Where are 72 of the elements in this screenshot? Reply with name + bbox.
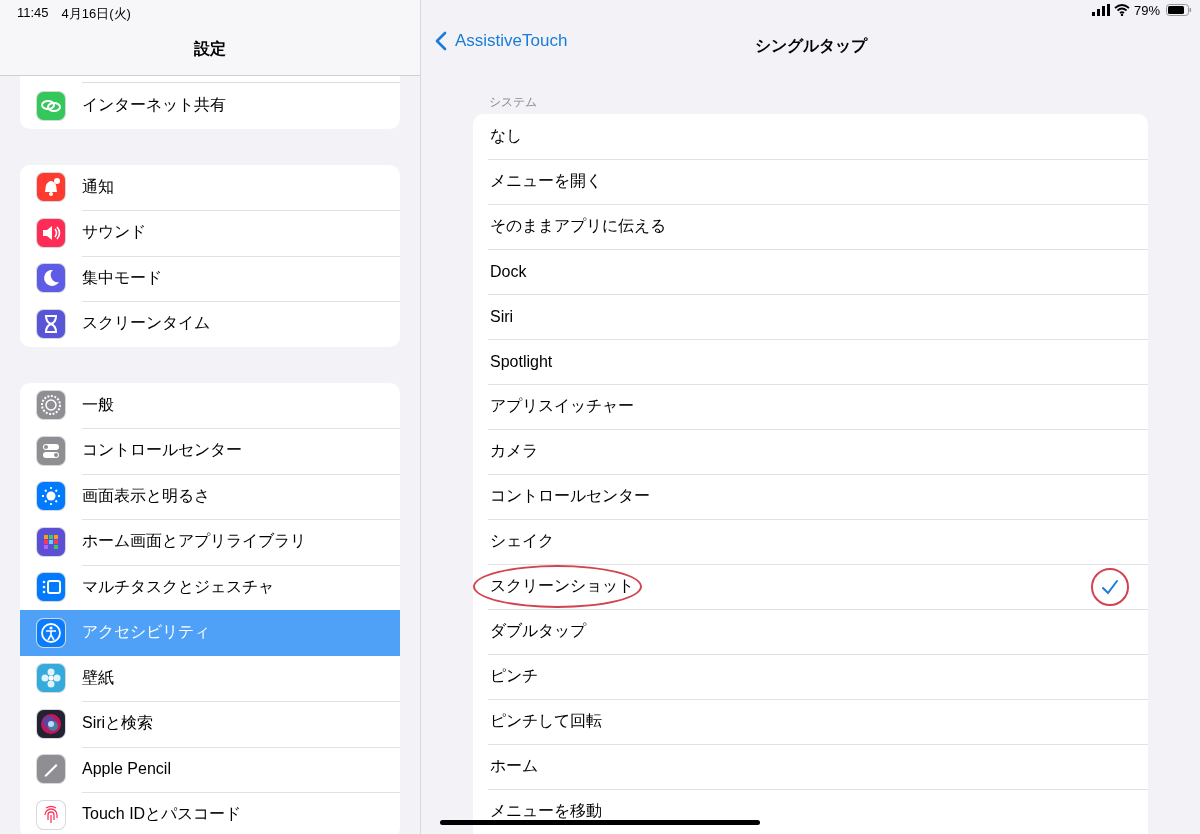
sidebar-item[interactable]: コントロールセンター: [20, 428, 400, 474]
battery-percent: 79%: [1133, 2, 1160, 18]
option-row[interactable]: スクリーンショット: [473, 564, 1148, 609]
option-label: ホーム: [490, 756, 538, 776]
gear-icon: [36, 390, 66, 421]
option-label: シェイク: [490, 531, 554, 551]
flower-icon: [36, 663, 66, 694]
sidebar-item[interactable]: 集中モード: [20, 255, 400, 301]
pencil-icon: [36, 754, 66, 785]
option-label: アプリスイッチャー: [490, 396, 634, 416]
sidebar-item[interactable]: 通知: [20, 164, 400, 210]
back-chevron-icon: [435, 31, 447, 52]
option-label: ピンチ: [490, 666, 538, 686]
bell-icon: [36, 172, 66, 203]
option-label: Siri: [490, 307, 514, 326]
multitask-icon: [36, 572, 66, 603]
option-row[interactable]: Dock: [473, 249, 1148, 294]
sidebar-item[interactable]: ホーム画面とアプリライブラリ: [20, 519, 400, 565]
option-row[interactable]: ピンチして回転: [473, 699, 1148, 744]
status-time: 11:45: [17, 5, 49, 22]
signal-icon: [1091, 4, 1110, 17]
option-label: ダブルタップ: [490, 621, 586, 641]
sidebar-item[interactable]: Apple Pencil: [20, 746, 400, 792]
option-row[interactable]: Siri: [473, 294, 1148, 339]
option-row[interactable]: メニューを開く: [473, 159, 1148, 204]
sidebar-item[interactable]: インターネット共有: [20, 83, 400, 129]
status-date: 4月16日(火): [61, 5, 131, 23]
battery-icon: [1166, 4, 1192, 17]
option-row[interactable]: アプリスイッチャー: [473, 384, 1148, 429]
sidebar-item[interactable]: サウンド: [20, 210, 400, 256]
option-row[interactable]: シェイク: [473, 519, 1148, 564]
option-label: そのままアプリに伝える: [490, 216, 666, 236]
speaker-icon: [36, 217, 66, 248]
grid-icon: [36, 526, 66, 557]
option-label: メニューを開く: [490, 171, 602, 191]
wifi-icon: [1113, 4, 1130, 17]
sidebar-item[interactable]: Touch IDとパスコード: [20, 792, 400, 834]
option-label: ピンチして回転: [490, 711, 602, 731]
sidebar-item[interactable]: 壁紙: [20, 655, 400, 701]
sidebar-item[interactable]: スクリーンタイム: [20, 301, 400, 347]
option-label: Dock: [490, 262, 527, 281]
option-row[interactable]: カメラ: [473, 429, 1148, 474]
option-row[interactable]: メニューを移動: [473, 789, 1148, 834]
option-label: Spotlight: [490, 352, 553, 371]
sidebar-item[interactable]: Siriと検索: [20, 701, 400, 747]
sun-icon: [36, 481, 66, 512]
hourglass-icon: [36, 308, 66, 339]
sidebar-title: 設定: [193, 39, 227, 59]
back-button[interactable]: AssistiveTouch: [421, 31, 568, 52]
option-label: コントロールセンター: [490, 486, 650, 506]
page-title: シングルタップ: [754, 35, 867, 56]
option-row[interactable]: なし: [473, 114, 1148, 159]
option-label: スクリーンショット: [490, 576, 634, 597]
option-label: メニューを移動: [490, 801, 602, 821]
sidebar-item[interactable]: 画面表示と明るさ: [20, 473, 400, 519]
orb-icon: [36, 708, 66, 739]
option-row[interactable]: ピンチ: [473, 654, 1148, 699]
fingerprint-icon: [36, 799, 66, 830]
moon-icon: [36, 263, 66, 294]
option-label: なし: [490, 126, 522, 146]
option-label: カメラ: [490, 441, 538, 461]
option-row[interactable]: コントロールセンター: [473, 474, 1148, 519]
option-row[interactable]: ホーム: [473, 744, 1148, 789]
option-row[interactable]: Spotlight: [473, 339, 1148, 384]
link-icon: [36, 90, 66, 121]
option-row[interactable]: ダブルタップ: [473, 609, 1148, 654]
option-row[interactable]: そのままアプリに伝える: [473, 204, 1148, 249]
sidebar-item[interactable]: 一般: [20, 382, 400, 428]
sidebar-item[interactable]: マルチタスクとジェスチャ: [20, 564, 400, 610]
section-header: システム: [489, 94, 538, 112]
accessibility-icon: [36, 617, 66, 648]
toggles-icon: [36, 435, 66, 466]
